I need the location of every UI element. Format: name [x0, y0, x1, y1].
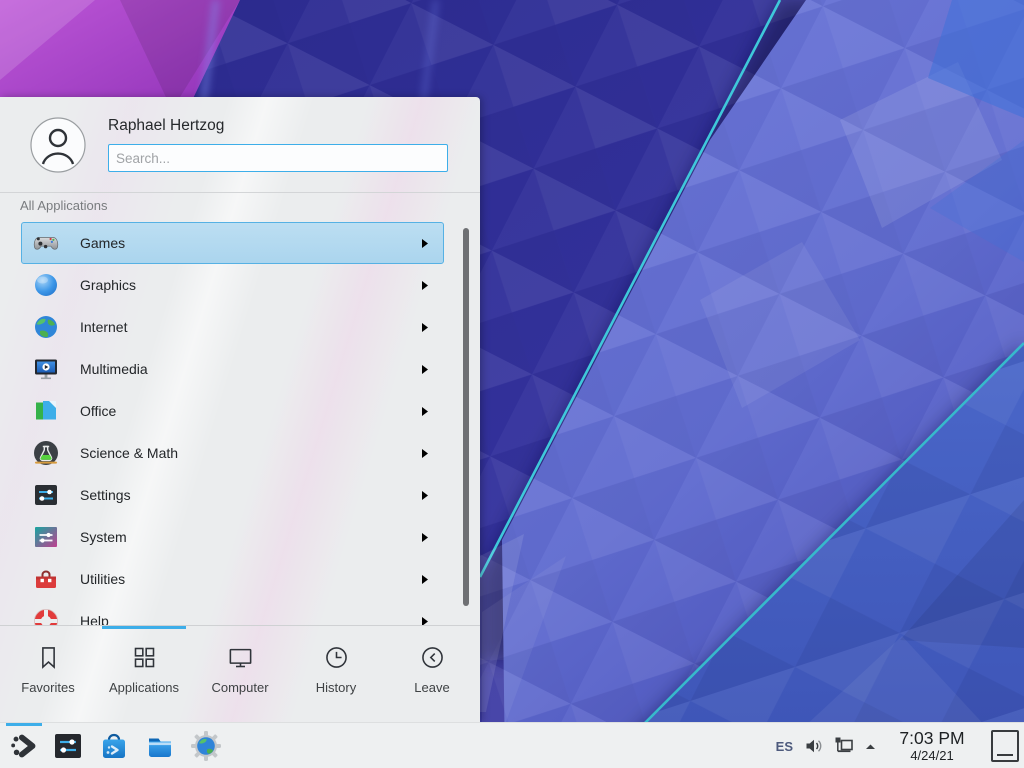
category-label: Games: [80, 235, 421, 251]
category-label: Internet: [80, 319, 421, 335]
tab-label: Computer: [211, 680, 268, 695]
utilities-icon: [32, 565, 60, 593]
grid-icon: [131, 644, 158, 671]
discover-button[interactable]: [98, 730, 130, 762]
category-utilities[interactable]: Utilities: [21, 558, 444, 600]
category-games[interactable]: Games: [21, 222, 444, 264]
system-settings-button[interactable]: [52, 730, 84, 762]
application-launcher-menu: Raphael Hertzog All Applications Games G…: [0, 97, 480, 722]
chevron-right-icon: [421, 574, 429, 585]
category-system[interactable]: System: [21, 516, 444, 558]
clock-date: 4/24/21: [886, 749, 978, 762]
graphics-icon: [32, 271, 60, 299]
tab-favorites[interactable]: Favorites: [0, 626, 96, 722]
chevron-right-icon: [421, 448, 429, 459]
search-input[interactable]: [108, 144, 448, 172]
clock-time: 7:03 PM: [886, 730, 978, 748]
launcher-header: Raphael Hertzog: [0, 97, 480, 193]
category-label: Science & Math: [80, 445, 421, 461]
category-label: Help: [80, 613, 421, 625]
launcher-footer-tabs: Favorites Applications Computer History …: [0, 625, 480, 722]
bookmark-icon: [35, 644, 62, 671]
internet-icon: [32, 313, 60, 341]
taskbar-launchers: [48, 730, 222, 762]
category-help[interactable]: Help: [21, 600, 444, 625]
desktop: Raphael Hertzog All Applications Games G…: [0, 0, 1024, 768]
application-launcher-button[interactable]: [0, 723, 48, 768]
games-icon: [32, 229, 60, 257]
chevron-right-icon: [421, 322, 429, 333]
chevron-right-icon: [421, 238, 429, 249]
monitor-icon: [227, 644, 254, 671]
office-icon: [32, 397, 60, 425]
keyboard-layout-indicator[interactable]: ES: [774, 739, 795, 754]
globe-gear-icon: [190, 730, 222, 762]
user-avatar[interactable]: [30, 117, 86, 173]
scrollbar[interactable]: [463, 228, 469, 606]
leave-icon: [419, 644, 446, 671]
tab-leave[interactable]: Leave: [384, 626, 480, 722]
chevron-right-icon: [421, 280, 429, 291]
help-icon: [32, 607, 60, 625]
category-office[interactable]: Office: [21, 390, 444, 432]
show-desktop-icon[interactable]: [990, 729, 1020, 763]
category-list: Games Graphics Internet Multimedia O: [21, 222, 444, 625]
active-task-indicator: [6, 723, 42, 726]
section-label: All Applications: [20, 198, 107, 213]
category-label: Settings: [80, 487, 421, 503]
category-label: Utilities: [80, 571, 421, 587]
chevron-right-icon: [421, 364, 429, 375]
tab-history[interactable]: History: [288, 626, 384, 722]
active-tab-indicator: [102, 626, 186, 629]
tab-computer[interactable]: Computer: [192, 626, 288, 722]
settings-icon: [32, 481, 60, 509]
category-multimedia[interactable]: Multimedia: [21, 348, 444, 390]
expand-tray-icon[interactable]: [863, 739, 878, 754]
tab-applications[interactable]: Applications: [96, 626, 192, 722]
app-launcher-icon: [7, 729, 41, 763]
category-label: System: [80, 529, 421, 545]
tab-label: Favorites: [21, 680, 74, 695]
category-settings[interactable]: Settings: [21, 474, 444, 516]
taskbar-panel: ES 7:03 PM 4/24/21: [0, 722, 1024, 768]
system-settings-icon: [52, 730, 84, 762]
chevron-right-icon: [421, 532, 429, 543]
chevron-right-icon: [421, 616, 429, 626]
file-manager-button[interactable]: [144, 730, 176, 762]
chevron-right-icon: [421, 490, 429, 501]
wired-network-icon[interactable]: [833, 735, 855, 757]
category-graphics[interactable]: Graphics: [21, 264, 444, 306]
digital-clock[interactable]: 7:03 PM 4/24/21: [886, 730, 978, 763]
category-label: Office: [80, 403, 421, 419]
tab-label: History: [316, 680, 356, 695]
system-tray: ES 7:03 PM 4/24/21: [774, 723, 1020, 768]
volume-icon[interactable]: [803, 735, 825, 757]
system-icon: [32, 523, 60, 551]
multimedia-icon: [32, 355, 60, 383]
discover-icon: [98, 730, 130, 762]
tab-label: Applications: [109, 680, 179, 695]
folder-icon: [144, 730, 176, 762]
category-internet[interactable]: Internet: [21, 306, 444, 348]
category-science-math[interactable]: Science & Math: [21, 432, 444, 474]
user-name: Raphael Hertzog: [108, 117, 224, 135]
chevron-right-icon: [421, 406, 429, 417]
category-label: Graphics: [80, 277, 421, 293]
tab-label: Leave: [414, 680, 449, 695]
web-browser-button[interactable]: [190, 730, 222, 762]
category-label: Multimedia: [80, 361, 421, 377]
clock-icon: [323, 644, 350, 671]
science-icon: [32, 439, 60, 467]
